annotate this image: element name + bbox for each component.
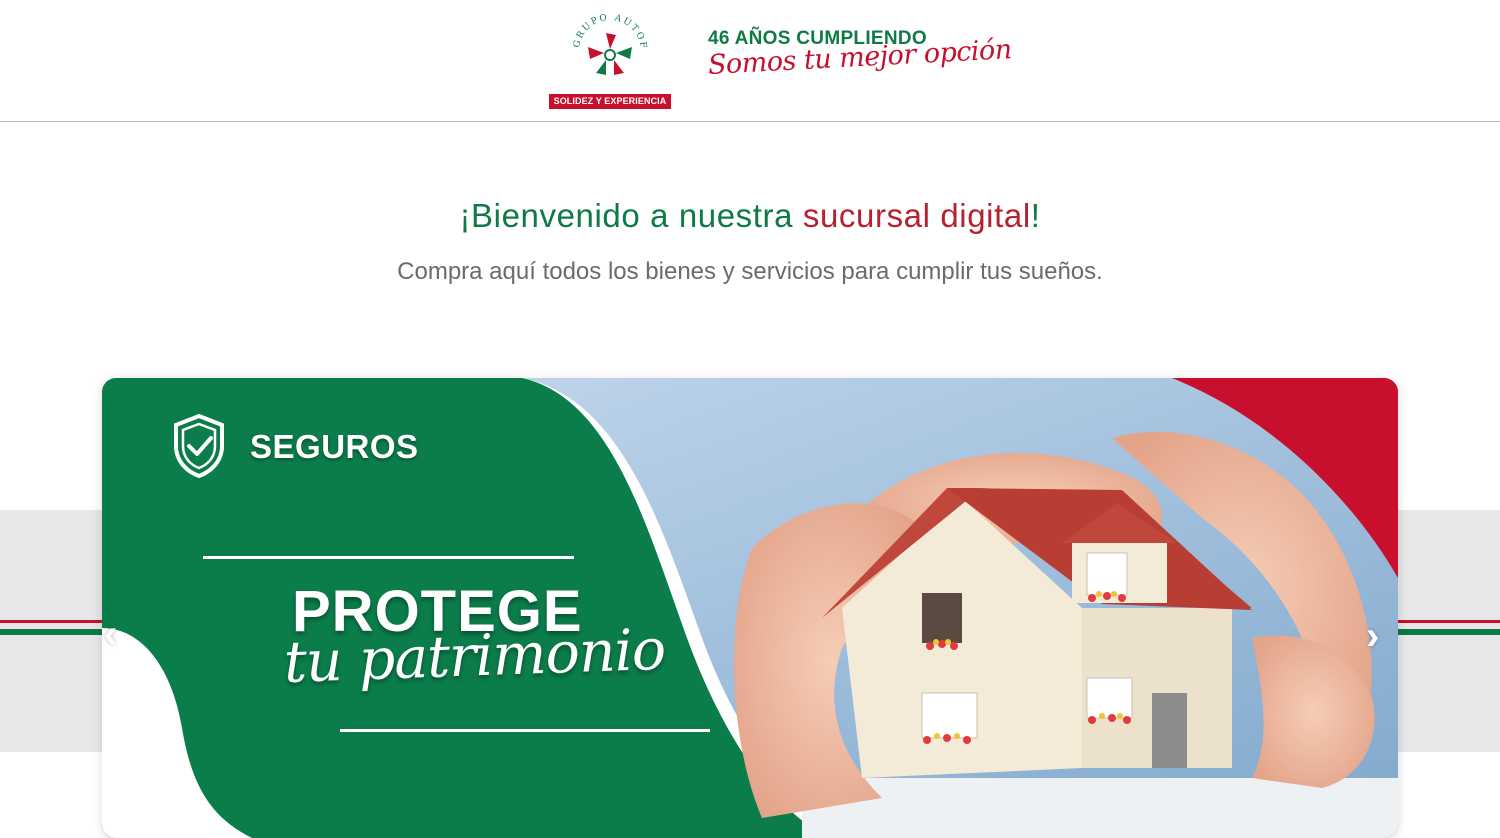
welcome-subtitle: Compra aquí todos los bienes y servicios… xyxy=(397,258,1103,285)
chevron-left-icon[interactable]: ‹ xyxy=(104,612,117,657)
welcome-suffix: ! xyxy=(1030,197,1041,234)
anniversary-block: 46 AÑOS CUMPLIENDO Somos tu mejor opción xyxy=(707,28,1012,81)
welcome-highlight: sucursal digital xyxy=(802,197,1031,234)
headline-rule-top xyxy=(203,556,574,559)
welcome-prefix: ¡Bienvenido a nuestra xyxy=(459,197,803,234)
chevron-right-icon[interactable]: › xyxy=(1366,614,1379,659)
welcome-heading: ¡Bienvenido a nuestra sucursal digital! xyxy=(0,197,1500,235)
shield-check-icon xyxy=(174,413,224,479)
promo-banner-seguros[interactable]: SEGUROS PROTEGE tu patrimonio xyxy=(102,378,1398,838)
autofin-logo[interactable]: GRUPO AUTOFIN MEXICO SOLIDEZ Y EXPERIENC… xyxy=(549,10,671,110)
svg-text:GRUPO AUTOFIN MEXICO: GRUPO AUTOFIN MEXICO xyxy=(569,10,648,51)
banner-category: SEGUROS xyxy=(250,428,419,465)
autofin-logo-icon: GRUPO AUTOFIN MEXICO xyxy=(569,10,648,75)
logo-arc-text: GRUPO AUTOFIN MEXICO xyxy=(569,10,646,51)
site-header: GRUPO AUTOFIN MEXICO SOLIDEZ Y EXPERIENC… xyxy=(0,0,1500,122)
headline-rule-bottom xyxy=(340,729,710,732)
logo-ribbon: SOLIDEZ Y EXPERIENCIA xyxy=(549,94,671,109)
banner-headline-script: tu patrimonio xyxy=(282,616,667,696)
